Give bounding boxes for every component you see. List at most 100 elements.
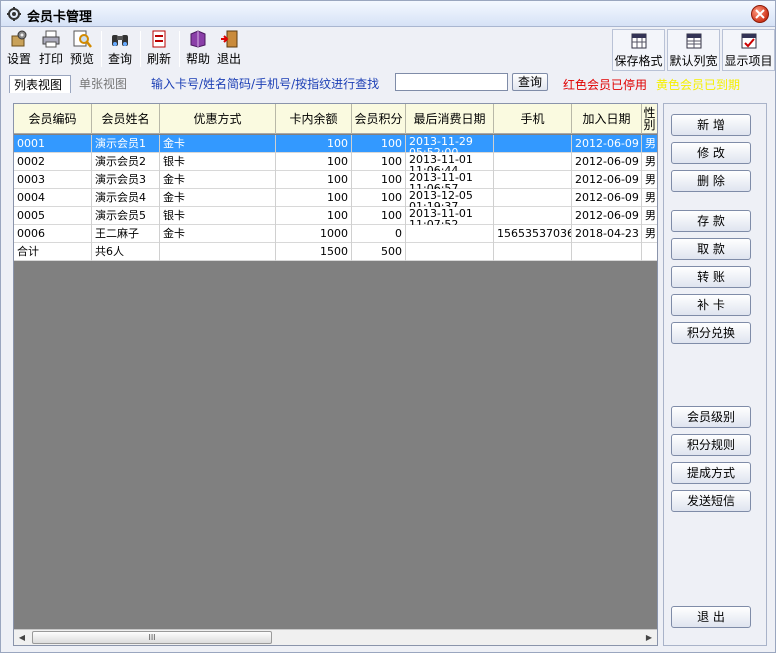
table-cell-last-date: 2013-11-29 05:52:00 xyxy=(406,135,494,153)
table-cell-gender: 男 xyxy=(642,207,657,225)
settings-button[interactable]: 设置 xyxy=(4,29,34,69)
table-cell-discount: 银卡 xyxy=(160,207,276,225)
scroll-left-arrow-icon[interactable]: ◀ xyxy=(14,630,30,645)
column-header[interactable]: 会员积分 xyxy=(352,104,406,134)
exit-button[interactable]: 退 出 xyxy=(671,606,751,628)
save-format-button[interactable]: 保存格式 xyxy=(612,29,665,71)
table-cell-join-date: 2012-06-09 xyxy=(572,135,642,153)
exit-toolbar-button[interactable]: 退出 xyxy=(214,29,244,69)
total-cell-empty xyxy=(406,243,494,261)
total-cell-empty xyxy=(160,243,276,261)
table-row[interactable]: 0002 演示会员2 银卡 100 100 2013-11-01 11:06:44 2012-… xyxy=(14,153,657,171)
table-cell-name: 王二麻子 xyxy=(92,225,160,243)
tab-card-view[interactable]: 单张视图 xyxy=(75,75,135,93)
table-cell-last-date: 2013-12-05 01:19:37 xyxy=(406,189,494,207)
default-column-width-button[interactable]: 默认列宽 xyxy=(667,29,720,71)
display-items-icon xyxy=(741,33,756,49)
scroll-right-arrow-icon[interactable]: ▶ xyxy=(641,630,657,645)
help-button[interactable]: 帮助 xyxy=(183,29,213,69)
column-header[interactable]: 优惠方式 xyxy=(160,104,276,134)
column-header[interactable]: 最后消费日期 xyxy=(406,104,494,134)
withdraw-button[interactable]: 取 款 xyxy=(671,238,751,260)
table-row[interactable]: 0005 演示会员5 银卡 100 100 2013-11-01 11:07:52 2012-… xyxy=(14,207,657,225)
column-header[interactable]: 会员姓名 xyxy=(92,104,160,134)
table-cell-name: 演示会员3 xyxy=(92,171,160,189)
table-cell-code: 0005 xyxy=(14,207,92,225)
table-cell-gender: 男 xyxy=(642,135,657,153)
table-cell-name: 演示会员1 xyxy=(92,135,160,153)
window-close-button[interactable] xyxy=(751,5,769,23)
reissue-card-button[interactable]: 补 卡 xyxy=(671,294,751,316)
table-cell-balance: 100 xyxy=(276,153,352,171)
close-icon xyxy=(755,9,765,19)
refresh-button[interactable]: 刷新 xyxy=(144,29,174,69)
points-exchange-button[interactable]: 积分兑换 xyxy=(671,322,751,344)
default-column-width-label: 默认列宽 xyxy=(669,54,718,68)
table-row[interactable]: 0004 演示会员4 金卡 100 100 2013-12-05 01:19:37 2012-… xyxy=(14,189,657,207)
table-cell-balance: 100 xyxy=(276,171,352,189)
scroll-thumb[interactable]: III xyxy=(32,631,272,644)
column-header[interactable]: 加入日期 xyxy=(572,104,642,134)
table-row[interactable]: 0001 演示会员1 金卡 100 100 2013-11-29 05:52:00 2012-… xyxy=(14,135,657,153)
total-cell-balance: 1500 xyxy=(276,243,352,261)
tab-list-view[interactable]: 列表视图 xyxy=(9,75,71,93)
table-cell-balance: 100 xyxy=(276,135,352,153)
table-cell-name: 演示会员2 xyxy=(92,153,160,171)
grid-header: 会员编码 会员姓名 优惠方式 卡内余额 会员积分 最后消费日期 手机 加入日期 性别 xyxy=(14,104,657,134)
search-input[interactable] xyxy=(395,73,508,91)
column-header[interactable]: 手机 xyxy=(494,104,572,134)
query-button[interactable]: 查询 xyxy=(105,29,135,69)
column-width-icon xyxy=(686,33,701,49)
table-cell-code: 0004 xyxy=(14,189,92,207)
delete-button[interactable]: 删 除 xyxy=(671,170,751,192)
transfer-button[interactable]: 转 账 xyxy=(671,266,751,288)
table-cell-points: 100 xyxy=(352,189,406,207)
total-cell-empty xyxy=(642,243,657,261)
table-cell-points: 100 xyxy=(352,153,406,171)
toolbar: 设置 打印 预览 查询 刷新 帮助 退出 保存格式 默认列宽 显示项目 xyxy=(1,27,775,71)
commission-method-button[interactable]: 提成方式 xyxy=(671,462,751,484)
table-cell-points: 100 xyxy=(352,171,406,189)
deposit-button[interactable]: 存 款 xyxy=(671,210,751,232)
table-cell-join-date: 2012-06-09 xyxy=(572,171,642,189)
window-title: 会员卡管理 xyxy=(27,10,93,25)
print-button[interactable]: 打印 xyxy=(36,29,66,69)
total-cell-empty xyxy=(572,243,642,261)
table-cell-join-date: 2012-06-09 xyxy=(572,189,642,207)
total-cell-empty xyxy=(494,243,572,261)
table-cell-phone xyxy=(494,171,572,189)
send-sms-button[interactable]: 发送短信 xyxy=(671,490,751,512)
horizontal-scrollbar[interactable]: ◀ III ▶ xyxy=(14,629,657,645)
search-hint: 输入卡号/姓名简码/手机号/按指纹进行查找 xyxy=(151,77,380,91)
title-bar: 会员卡管理 xyxy=(1,1,775,27)
table-cell-discount: 银卡 xyxy=(160,153,276,171)
print-label: 打印 xyxy=(38,52,63,66)
column-header[interactable]: 性别 xyxy=(642,104,657,134)
table-cell-name: 演示会员5 xyxy=(92,207,160,225)
column-header[interactable]: 会员编码 xyxy=(14,104,92,134)
table-cell-code: 0002 xyxy=(14,153,92,171)
save-format-label: 保存格式 xyxy=(614,54,663,68)
table-cell-discount: 金卡 xyxy=(160,225,276,243)
help-label: 帮助 xyxy=(185,52,210,66)
display-items-button[interactable]: 显示项目 xyxy=(722,29,775,71)
table-cell-last-date: 2013-11-01 11:06:44 xyxy=(406,153,494,171)
total-cell-label: 合计 xyxy=(14,243,92,261)
app-gear-icon xyxy=(7,7,21,21)
edit-button[interactable]: 修 改 xyxy=(671,142,751,164)
table-cell-last-date: 2013-11-01 11:06:57 xyxy=(406,171,494,189)
points-rule-button[interactable]: 积分规则 xyxy=(671,434,751,456)
column-header[interactable]: 卡内余额 xyxy=(276,104,352,134)
preview-button[interactable]: 预览 xyxy=(67,29,97,69)
member-grid[interactable]: 会员编码 会员姓名 优惠方式 卡内余额 会员积分 最后消费日期 手机 加入日期 性别 0001 演… xyxy=(13,103,658,646)
table-row[interactable]: 0006 王二麻子 金卡 1000 0 15653537036 2018-04-23 男 xyxy=(14,225,657,243)
add-button[interactable]: 新 增 xyxy=(671,114,751,136)
table-row[interactable]: 0003 演示会员3 金卡 100 100 2013-11-01 11:06:57 2012-… xyxy=(14,171,657,189)
table-cell-last-date: 2013-11-01 11:07:52 xyxy=(406,207,494,225)
table-cell-points: 100 xyxy=(352,135,406,153)
toolbar-separator xyxy=(179,31,180,67)
binoculars-icon xyxy=(112,35,128,46)
member-level-button[interactable]: 会员级别 xyxy=(671,406,751,428)
table-cell-points: 100 xyxy=(352,207,406,225)
search-button[interactable]: 查询 xyxy=(512,73,548,91)
